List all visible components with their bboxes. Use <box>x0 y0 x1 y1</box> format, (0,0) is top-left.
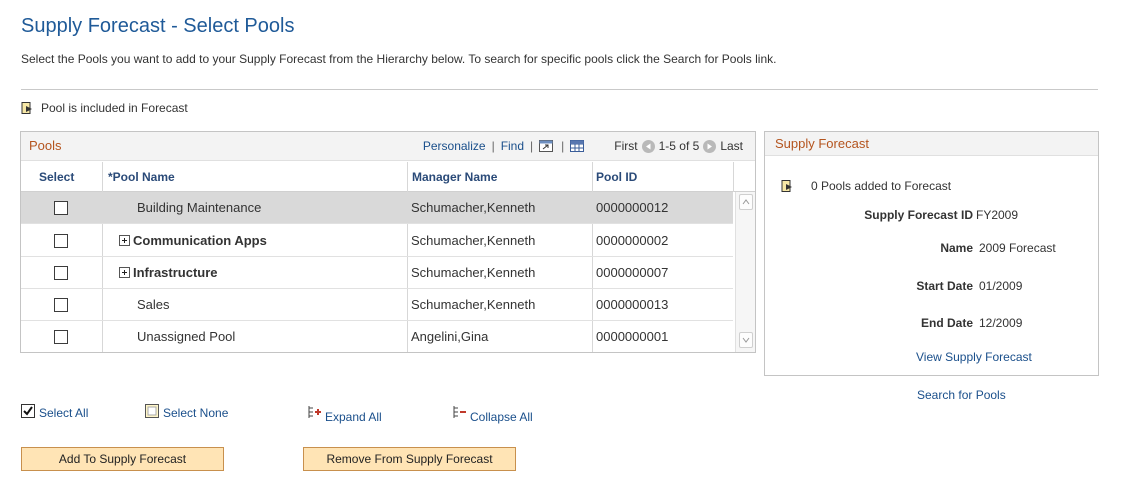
first-label: First <box>614 139 638 153</box>
manager-name: Schumacher,Kenneth <box>411 265 536 280</box>
expand-all-control[interactable]: Expand All <box>307 402 382 424</box>
start-date-value: 01/2009 <box>979 279 1023 293</box>
collapse-all-control[interactable]: Collapse All <box>452 402 533 424</box>
select-all-link[interactable]: Select All <box>39 406 88 420</box>
pools-added-text: 0 Pools added to Forecast <box>811 179 952 193</box>
select-none-icon[interactable] <box>145 404 159 421</box>
col-manager-name: Manager Name <box>412 170 498 184</box>
page-title: Supply Forecast - Select Pools <box>21 15 295 37</box>
table-row[interactable]: Infrastructure Schumacher,Kenneth 000000… <box>21 257 733 289</box>
table-row[interactable]: Communication Apps Schumacher,Kenneth 00… <box>21 225 733 257</box>
pools-added-summary: 0 Pools added to Forecast <box>781 179 951 193</box>
pool-name: Sales <box>137 297 170 312</box>
select-none-control[interactable]: Select None <box>145 404 228 421</box>
name-value: 2009 Forecast <box>979 241 1056 255</box>
find-link[interactable]: Find <box>501 139 524 153</box>
row-range: 1-5 of 5 <box>658 139 700 153</box>
table-row[interactable]: Sales Schumacher,Kenneth 0000000013 <box>21 289 733 321</box>
divider <box>21 89 1098 90</box>
last-page-icon[interactable] <box>703 139 717 153</box>
row-select-checkbox[interactable] <box>54 266 68 280</box>
pools-grid: Pools Personalize | Find | | First 1-5 o… <box>20 131 756 353</box>
manager-name: Schumacher,Kenneth <box>411 233 536 248</box>
zoom-grid-icon[interactable] <box>539 140 554 152</box>
supply-forecast-id-value: FY2009 <box>976 208 1019 222</box>
separator: | <box>561 139 565 153</box>
row-select-checkbox[interactable] <box>54 234 68 248</box>
col-pool-name: *Pool Name <box>108 170 175 184</box>
row-select-checkbox[interactable] <box>54 201 68 215</box>
pool-id: 0000000002 <box>596 233 669 248</box>
col-select: Select <box>39 170 75 184</box>
separator: | <box>491 139 495 153</box>
expand-icon[interactable] <box>119 267 130 278</box>
included-in-forecast-icon <box>781 180 793 192</box>
pool-name: Communication Apps <box>133 233 267 248</box>
remove-from-supply-forecast-button[interactable]: Remove From Supply Forecast <box>303 447 516 471</box>
first-page-icon[interactable] <box>641 139 655 153</box>
grid-header: Pools Personalize | Find | | First 1-5 o… <box>21 132 755 161</box>
view-supply-forecast-link[interactable]: View Supply Forecast <box>916 350 1032 364</box>
last-label: Last <box>720 139 743 153</box>
scroll-up-icon[interactable] <box>739 194 753 210</box>
supply-forecast-panel: Supply Forecast 0 Pools added to Forecas… <box>764 131 1099 376</box>
pool-id: 0000000001 <box>596 329 669 344</box>
expand-all-icon[interactable] <box>307 405 323 422</box>
personalize-link[interactable]: Personalize <box>423 139 486 153</box>
col-pool-id: Pool ID <box>596 170 638 184</box>
legend-label: Pool is included in Forecast <box>41 101 188 115</box>
select-none-link[interactable]: Select None <box>163 406 228 420</box>
pool-name-cell: Infrastructure <box>119 257 218 289</box>
column-divider <box>733 162 734 192</box>
row-select-checkbox[interactable] <box>54 330 68 344</box>
pool-id: 0000000012 <box>596 200 669 215</box>
included-in-forecast-icon <box>21 102 33 114</box>
column-headers: Select *Pool Name Manager Name Pool ID <box>21 162 755 192</box>
select-all-control[interactable]: Select All <box>21 404 88 421</box>
grid-caption: Pools <box>29 138 62 153</box>
add-to-supply-forecast-button[interactable]: Add To Supply Forecast <box>21 447 224 471</box>
name-label: Name <box>940 241 973 255</box>
instructions: Select the Pools you want to add to your… <box>21 52 777 66</box>
grid-navigation: Personalize | Find | | First 1-5 of 5 La… <box>423 139 743 153</box>
panel-title: Supply Forecast <box>775 136 869 151</box>
select-all-icon[interactable] <box>21 404 35 421</box>
pool-name: Building Maintenance <box>137 200 262 215</box>
end-date-label: End Date <box>920 316 973 330</box>
start-date-label: Start Date <box>916 279 973 293</box>
pool-name: Unassigned Pool <box>137 329 236 344</box>
expand-all-link[interactable]: Expand All <box>325 410 382 424</box>
table-row[interactable]: Unassigned Pool Angelini,Gina 0000000001 <box>21 321 733 353</box>
separator: | <box>530 139 534 153</box>
legend: Pool is included in Forecast <box>21 101 188 115</box>
collapse-all-icon[interactable] <box>452 405 468 422</box>
row-select-checkbox[interactable] <box>54 298 68 312</box>
manager-name: Schumacher,Kenneth <box>411 200 536 215</box>
pool-name-cell: Communication Apps <box>119 225 267 257</box>
expand-icon[interactable] <box>119 235 130 246</box>
vertical-scrollbar[interactable] <box>735 192 755 352</box>
supply-forecast-id-label: Supply Forecast ID <box>864 208 973 222</box>
manager-name: Angelini,Gina <box>411 329 489 344</box>
end-date-value: 12/2009 <box>979 316 1023 330</box>
pool-id: 0000000007 <box>596 265 669 280</box>
collapse-all-link[interactable]: Collapse All <box>470 410 533 424</box>
search-for-pools-link[interactable]: Search for Pools <box>917 388 1006 402</box>
panel-header: Supply Forecast <box>765 132 1098 156</box>
table-row[interactable]: Building Maintenance Schumacher,Kenneth … <box>21 192 733 224</box>
pool-id: 0000000013 <box>596 297 669 312</box>
pool-name: Infrastructure <box>133 265 218 280</box>
scroll-down-icon[interactable] <box>739 332 753 348</box>
download-icon[interactable] <box>570 140 585 152</box>
manager-name: Schumacher,Kenneth <box>411 297 536 312</box>
